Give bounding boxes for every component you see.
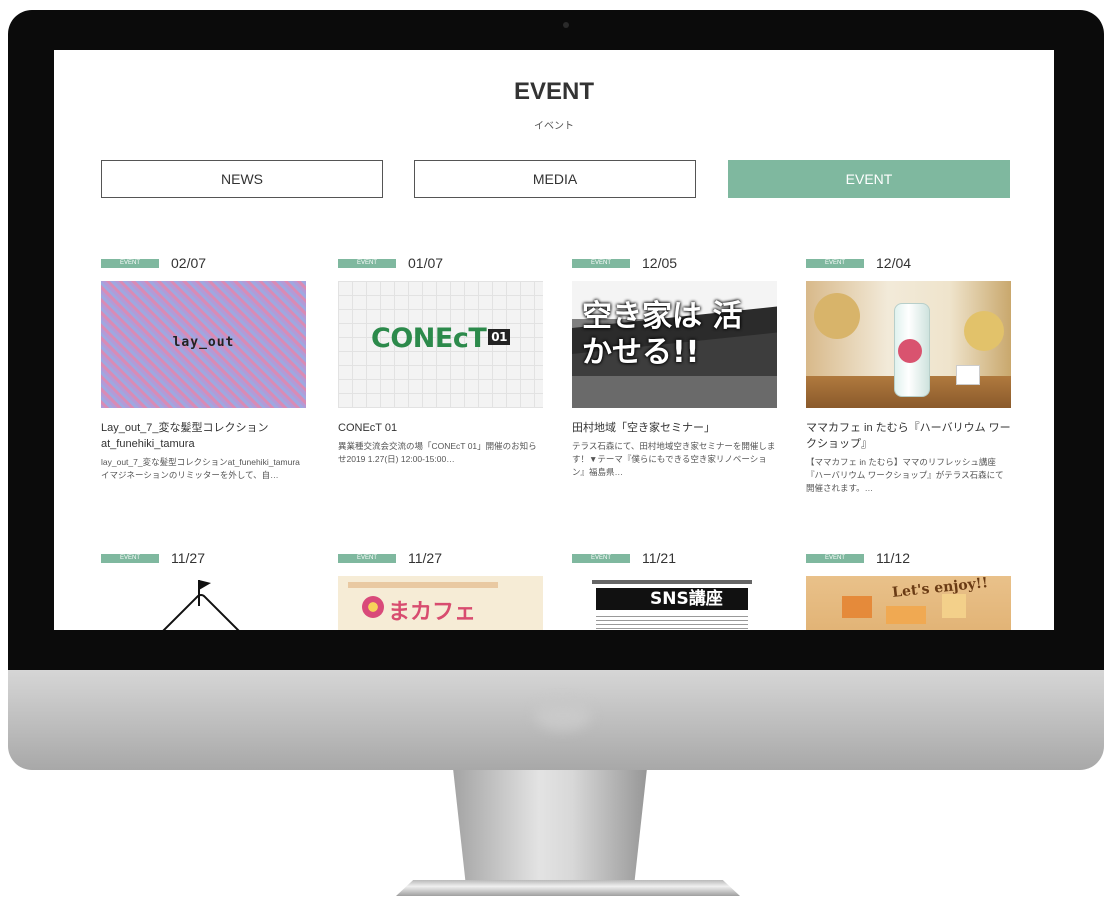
card-date: 11/27 (408, 550, 442, 566)
event-badge: EVENT (572, 553, 630, 563)
flower-icon (362, 596, 384, 618)
thumb-enjoy-text: Let's enjoy!! (891, 576, 989, 601)
card-description: テラス石森にて、田村地域空き家セミナーを開催します！▼テーマ『僕らにもできる空き… (572, 441, 776, 477)
monitor-foot (396, 880, 740, 896)
flower-image (814, 293, 860, 339)
card-thumbnail[interactable]: lay_out (101, 281, 306, 408)
header-line (592, 580, 752, 584)
thumb-cafe-text: まカフェ (388, 600, 477, 625)
card-date: 12/05 (642, 255, 678, 271)
event-card-1121[interactable]: EVENT 11/21 SNS講座 (572, 550, 777, 630)
card-description: 異業種交流会交流の場「CONEcT 01」開催のお知らせ2019 1.27(日)… (338, 441, 537, 464)
event-badge: EVENT (338, 553, 396, 563)
paper-shape (942, 594, 966, 618)
card-thumbnail[interactable] (806, 281, 1011, 408)
event-card-1204[interactable]: EVENT 12/04 ママカフェ in たむら『ハーバリウム ワークショップ』… (806, 255, 1011, 495)
camera-icon (563, 22, 569, 28)
body-text-lines (596, 616, 748, 630)
event-badge: EVENT (101, 258, 159, 268)
card-date: 11/21 (642, 550, 676, 566)
flower-image (964, 311, 1004, 351)
event-badge: EVENT (806, 553, 864, 563)
gift-box (956, 365, 980, 385)
thumb-sns-text: SNS講座 (650, 589, 723, 609)
event-badge: EVENT (572, 258, 630, 268)
tab-news-label: NEWS (221, 171, 263, 187)
tab-event[interactable]: EVENT (728, 160, 1010, 198)
tab-news[interactable]: NEWS (101, 160, 383, 198)
card-thumbnail[interactable]: Let's enjoy!! (806, 576, 1011, 630)
header-strip (348, 582, 498, 588)
thumb-brand: CONEcT 01 (338, 323, 543, 354)
card-date: 12/04 (876, 255, 912, 271)
card-thumbnail[interactable]: まカフェ (338, 576, 543, 630)
card-title[interactable]: Lay_out_7_変な髪型コレクションat_funehiki_tamura (101, 420, 306, 452)
apple-logo-icon (535, 700, 591, 730)
card-date: 11/27 (171, 550, 205, 566)
paper-shape (842, 596, 872, 618)
card-thumbnail[interactable]: CONEcT 01 (338, 281, 543, 408)
thumb-logo-text: lay_out (172, 335, 235, 350)
card-date: 11/12 (876, 550, 910, 566)
tab-event-label: EVENT (845, 171, 893, 187)
event-card-1127-b[interactable]: EVENT 11/27 まカフェ (338, 550, 543, 630)
card-title[interactable]: ママカフェ in たむら『ハーバリウム ワークショップ』 (806, 420, 1011, 452)
card-title[interactable]: 田村地域「空き家セミナー」 (572, 420, 777, 436)
brand-text: CONEcT (371, 323, 487, 354)
card-title[interactable]: CONEcT 01 (338, 420, 543, 436)
event-badge: EVENT (806, 258, 864, 268)
flag-icon (199, 580, 211, 590)
event-badge: EVENT (338, 258, 396, 268)
brand-number: 01 (488, 328, 510, 345)
event-card-1205[interactable]: EVENT 12/05 空き家は 活かせる!! 田村地域「空き家セミナー」 テラ… (572, 255, 777, 479)
flower-image (898, 339, 922, 363)
page-title: EVENT (513, 78, 594, 105)
screen: EVENT イベント NEWS MEDIA EVENT EVENT 02/07 … (54, 50, 1054, 630)
event-card-1127-a[interactable]: EVENT 11/27 (101, 550, 306, 630)
card-description: 【ママカフェ in たむら】ママのリフレッシュ講座『ハーバリウム ワークショップ… (806, 457, 1004, 493)
thumb-catchphrase: 空き家は 活かせる!! (582, 299, 743, 370)
page-subtitle: イベント (534, 121, 574, 132)
tab-media[interactable]: MEDIA (414, 160, 696, 198)
event-card-1112[interactable]: EVENT 11/12 Let's enjoy!! (806, 550, 1011, 630)
event-card-0107[interactable]: EVENT 01/07 CONEcT 01 CONEcT 01 異業種交流会交流の… (338, 255, 543, 466)
card-date: 02/07 (171, 255, 207, 271)
event-badge: EVENT (101, 553, 159, 563)
card-date: 01/07 (408, 255, 444, 271)
card-thumbnail[interactable]: SNS講座 (572, 576, 777, 630)
paper-shape (886, 606, 926, 624)
event-card-0207[interactable]: EVENT 02/07 lay_out Lay_out_7_変な髪型コレクション… (101, 255, 306, 482)
card-description: lay_out_7_変な髪型コレクションat_funehiki_tamuraイマ… (101, 457, 300, 480)
tab-media-label: MEDIA (532, 171, 578, 187)
monitor-stand (453, 770, 647, 890)
card-thumbnail[interactable]: 空き家は 活かせる!! (572, 281, 777, 408)
emblem-shape (158, 591, 244, 630)
card-thumbnail[interactable] (101, 576, 306, 630)
